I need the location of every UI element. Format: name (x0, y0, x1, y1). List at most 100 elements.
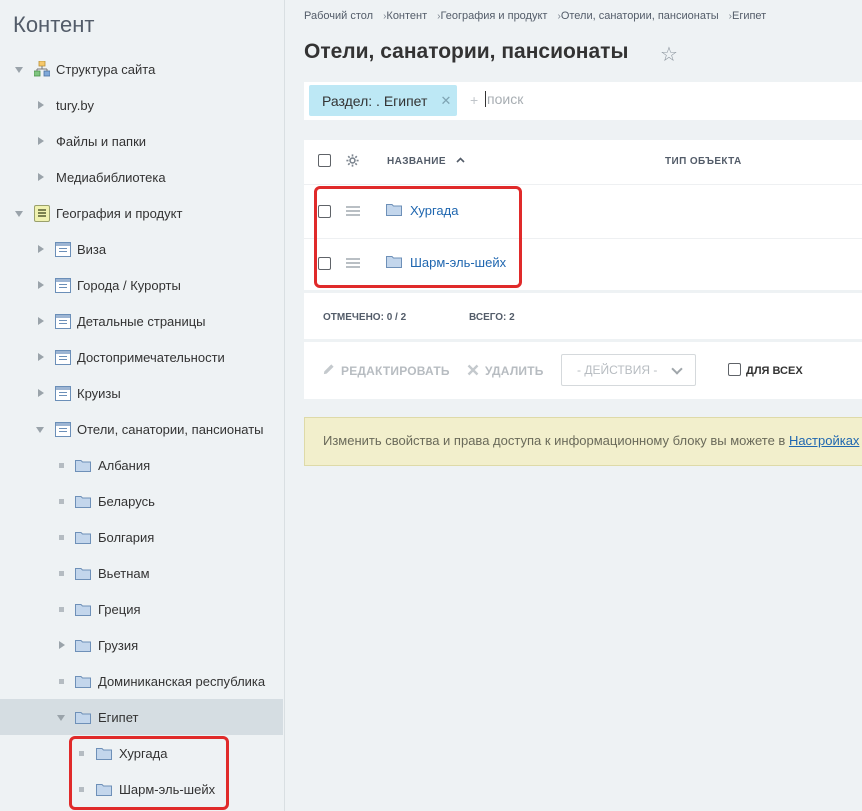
folder-icon (75, 712, 91, 724)
chevron-right-icon[interactable] (38, 173, 44, 181)
notice-message: Изменить свойства и права доступа к инфо… (323, 433, 789, 448)
chevron-right-icon[interactable] (59, 641, 65, 649)
sidebar-item-label: География и продукт (56, 205, 183, 221)
chevron-down-icon[interactable] (15, 211, 23, 217)
sidebar: Контент Структура сайта tury.by Файлы и … (0, 0, 285, 811)
sidebar-item-medialib[interactable]: Медиабиблиотека (0, 159, 283, 195)
gear-icon[interactable] (346, 154, 359, 167)
sidebar-item-label: tury.by (56, 97, 95, 113)
sidebar-item-geography[interactable]: География и продукт (0, 195, 283, 231)
sidebar-item-bulgaria[interactable]: Болгария (0, 519, 283, 555)
sidebar-item-albania[interactable]: Албания (0, 447, 283, 483)
sidebar-title: Контент (13, 12, 95, 37)
filter-chip[interactable]: Раздел: . Египет ✕ (309, 85, 458, 116)
chevron-right-icon[interactable] (38, 281, 44, 289)
sidebar-item-dominican[interactable]: Доминиканская республика (0, 663, 283, 699)
select-all-checkbox[interactable] (318, 154, 331, 167)
delete-icon (467, 364, 479, 376)
sidebar-item-greece[interactable]: Греция (0, 591, 283, 627)
sidebar-item-belarus[interactable]: Беларусь (0, 483, 283, 519)
sidebar-item-cruises[interactable]: Круизы (0, 375, 283, 411)
bullet-icon (59, 607, 64, 612)
folder-icon (75, 568, 91, 580)
folder-icon (75, 640, 91, 652)
for-all-label: ДЛЯ ВСЕХ (746, 365, 803, 377)
sidebar-item-georgia[interactable]: Грузия (0, 627, 283, 663)
sidebar-item-sights[interactable]: Достопримечательности (0, 339, 283, 375)
sidebar-item-label: Достопримечательности (77, 349, 225, 365)
sidebar-item-label: Болгария (98, 529, 155, 545)
chevron-right-icon[interactable] (38, 389, 44, 397)
bullet-icon (59, 499, 64, 504)
actions-select-value: - ДЕЙСТВИЯ - (577, 363, 658, 377)
divider (304, 339, 862, 342)
search-input[interactable]: поиск (485, 91, 523, 107)
sidebar-item-label: Структура сайта (56, 61, 156, 77)
breadcrumb-item[interactable]: Египет (732, 10, 766, 22)
infoblock-type-icon (34, 205, 50, 222)
sidebar-item-egypt[interactable]: Египет (0, 699, 283, 735)
notice-box: Изменить свойства и права доступа к инфо… (304, 417, 862, 466)
add-filter-icon[interactable]: + (470, 92, 478, 108)
sidebar-item-files[interactable]: Файлы и папки (0, 123, 283, 159)
sidebar-item-label: Вьетнам (98, 565, 150, 581)
chevron-right-icon[interactable] (38, 137, 44, 145)
sidebar-item-label: Греция (98, 601, 141, 617)
delete-button[interactable]: УДАЛИТЬ (485, 364, 544, 378)
filter-chip-label: Раздел: . Египет (322, 92, 428, 109)
chevron-down-icon[interactable] (36, 427, 44, 433)
sidebar-item-label: Детальные страницы (77, 313, 206, 329)
close-icon[interactable]: ✕ (441, 93, 452, 109)
total-count-label: ВСЕГО: (469, 312, 507, 323)
total-count: ВСЕГО: 2 (469, 312, 515, 323)
folder-icon (75, 532, 91, 544)
chevron-right-icon[interactable] (38, 245, 44, 253)
sidebar-item-site-structure[interactable]: Структура сайта (0, 51, 283, 87)
settings-link[interactable]: Настройках (789, 433, 860, 448)
pencil-icon (323, 364, 334, 375)
breadcrumb-item[interactable]: Отели, санатории, пансионаты (561, 10, 719, 22)
infoblock-list-icon (55, 422, 71, 437)
sidebar-item-label: Круизы (77, 385, 121, 401)
sidebar-item-label: Города / Курорты (77, 277, 181, 293)
infoblock-list-icon (55, 242, 71, 257)
sidebar-item-vietnam[interactable]: Вьетнам (0, 555, 283, 591)
chevron-right-icon[interactable] (38, 353, 44, 361)
edit-button[interactable]: РЕДАКТИРОВАТЬ (341, 364, 450, 378)
breadcrumb-item[interactable]: Контент (386, 10, 427, 22)
sidebar-item-label: Медиабиблиотека (56, 169, 166, 185)
chevron-right-icon[interactable] (38, 317, 44, 325)
column-header-type[interactable]: ТИП ОБЪЕКТА (665, 156, 742, 167)
column-header-name[interactable]: НАЗВАНИЕ (387, 156, 446, 167)
chevron-right-icon[interactable] (38, 101, 44, 109)
for-all-checkbox[interactable] (728, 363, 741, 376)
infoblock-list-icon (55, 314, 71, 329)
sort-asc-icon[interactable] (456, 157, 465, 163)
sidebar-item-tury-by[interactable]: tury.by (0, 87, 283, 123)
breadcrumb-item[interactable]: География и продукт (441, 10, 548, 22)
bullet-icon (59, 571, 64, 576)
sidebar-item-label: Грузия (98, 637, 139, 653)
sidebar-item-visa[interactable]: Виза (0, 231, 283, 267)
chevron-down-icon[interactable] (15, 67, 23, 73)
sidebar-item-hotels[interactable]: Отели, санатории, пансионаты (0, 411, 283, 447)
chevron-down-icon[interactable] (57, 715, 65, 721)
bullet-icon (59, 679, 64, 684)
sidebar-item-cities[interactable]: Города / Курорты (0, 267, 283, 303)
infoblock-list-icon (55, 350, 71, 365)
selected-count: ОТМЕЧЕНО: 0 / 2 (323, 312, 406, 323)
divider (304, 290, 862, 293)
highlight-box (69, 736, 229, 810)
actions-select[interactable]: - ДЕЙСТВИЯ - (561, 354, 696, 386)
site-structure-icon (34, 61, 50, 77)
selected-count-label: ОТМЕЧЕНО: (323, 312, 384, 323)
notice-text: Изменить свойства и права доступа к инфо… (323, 433, 859, 448)
sidebar-item-label: Беларусь (98, 493, 155, 509)
breadcrumb-item[interactable]: Рабочий стол (304, 10, 373, 22)
folder-icon (75, 604, 91, 616)
highlight-box (314, 186, 522, 288)
folder-icon (75, 460, 91, 472)
chevron-down-icon (671, 363, 683, 375)
star-icon[interactable]: ☆ (660, 42, 678, 67)
sidebar-item-detail-pages[interactable]: Детальные страницы (0, 303, 283, 339)
